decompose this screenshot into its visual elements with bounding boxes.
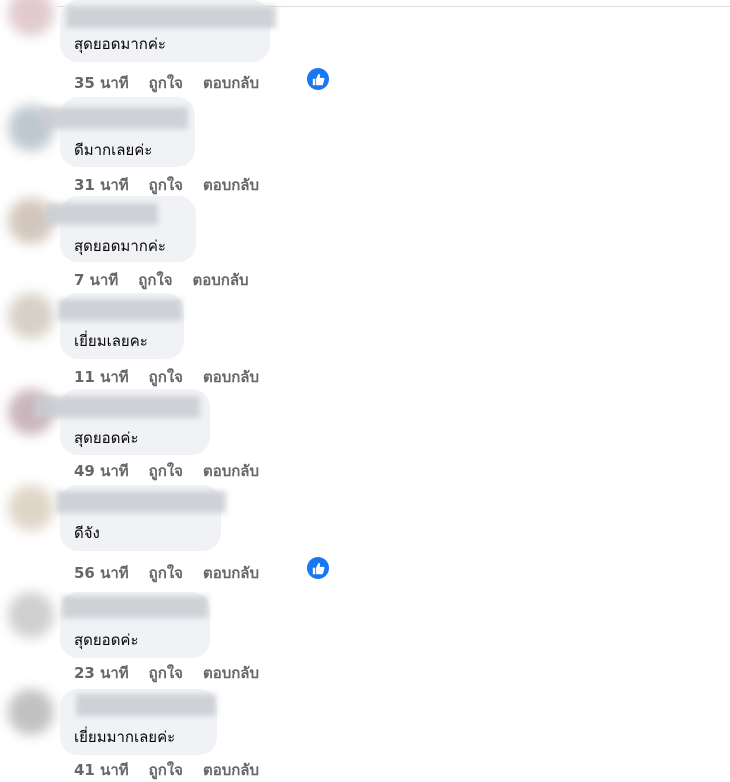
comment-time[interactable]: 11 นาที bbox=[74, 365, 129, 389]
comment-bubble: สุดยอดมากค่ะ bbox=[60, 0, 276, 62]
author-name[interactable] bbox=[66, 6, 276, 28]
reply-button[interactable]: ตอบกลับ bbox=[193, 268, 249, 292]
comment-text: สุดยอดมากค่ะ bbox=[74, 35, 166, 53]
like-button[interactable]: ถูกใจ bbox=[149, 459, 183, 483]
reply-button[interactable]: ตอบกลับ bbox=[203, 561, 259, 585]
comment-text: ดีมากเลยค่ะ bbox=[74, 141, 153, 159]
author-name[interactable] bbox=[62, 596, 208, 618]
like-button[interactable]: ถูกใจ bbox=[149, 365, 183, 389]
comment-actions: 7 นาที ถูกใจ ตอบกลับ bbox=[74, 268, 249, 292]
avatar[interactable] bbox=[8, 485, 54, 531]
like-reaction-icon[interactable] bbox=[307, 68, 329, 90]
comment-time[interactable]: 31 นาที bbox=[74, 173, 129, 197]
like-button[interactable]: ถูกใจ bbox=[149, 758, 183, 782]
like-button[interactable]: ถูกใจ bbox=[149, 561, 183, 585]
comment-actions: 49 นาที ถูกใจ ตอบกลับ bbox=[74, 459, 259, 483]
comment-bubble: สุดยอดค่ะ bbox=[60, 592, 210, 658]
reply-button[interactable]: ตอบกลับ bbox=[203, 365, 259, 389]
comment-text: เยี่ยมเลยคะ bbox=[74, 332, 148, 350]
comment-actions: 11 นาที ถูกใจ ตอบกลับ bbox=[74, 365, 259, 389]
avatar[interactable] bbox=[8, 689, 54, 735]
reply-button[interactable]: ตอบกลับ bbox=[203, 71, 259, 95]
comment-actions: 56 นาที ถูกใจ ตอบกลับ bbox=[74, 561, 259, 585]
avatar[interactable] bbox=[8, 293, 54, 339]
like-button[interactable]: ถูกใจ bbox=[138, 268, 172, 292]
reply-button[interactable]: ตอบกลับ bbox=[203, 459, 259, 483]
author-name[interactable] bbox=[56, 491, 226, 513]
comment-time[interactable]: 56 นาที bbox=[74, 561, 129, 585]
comment-text: สุดยอดค่ะ bbox=[74, 429, 139, 447]
comment-time[interactable]: 7 นาที bbox=[74, 268, 118, 292]
comment-bubble: สุดยอดค่ะ bbox=[34, 389, 210, 455]
comment-bubble: ดีจัง bbox=[56, 485, 226, 551]
comment-bubble: เยี่ยมมากเลยค่ะ bbox=[60, 689, 217, 755]
comment-actions: 23 นาที ถูกใจ ตอบกลับ bbox=[74, 661, 259, 685]
comment-text: สุดยอดมากค่ะ bbox=[74, 237, 166, 255]
reply-button[interactable]: ตอบกลับ bbox=[203, 173, 259, 197]
like-button[interactable]: ถูกใจ bbox=[149, 661, 183, 685]
author-name[interactable] bbox=[46, 203, 158, 225]
avatar[interactable] bbox=[8, 0, 54, 36]
comment-actions: 41 นาที ถูกใจ ตอบกลับ bbox=[74, 758, 259, 782]
comment-text: สุดยอดค่ะ bbox=[74, 631, 139, 649]
comment-text: ดีจัง bbox=[74, 524, 100, 542]
comment-time[interactable]: 35 นาที bbox=[74, 71, 129, 95]
like-button[interactable]: ถูกใจ bbox=[149, 173, 183, 197]
reply-button[interactable]: ตอบกลับ bbox=[203, 661, 259, 685]
comment-bubble: สุดยอดมากค่ะ bbox=[46, 196, 196, 262]
reply-button[interactable]: ตอบกลับ bbox=[203, 758, 259, 782]
author-name[interactable] bbox=[58, 299, 182, 321]
comment-actions: 31 นาที ถูกใจ ตอบกลับ bbox=[74, 173, 259, 197]
author-name[interactable] bbox=[40, 107, 188, 129]
like-reaction-icon[interactable] bbox=[307, 557, 329, 579]
avatar[interactable] bbox=[8, 592, 54, 638]
comment-time[interactable]: 41 นาที bbox=[74, 758, 129, 782]
author-name[interactable] bbox=[76, 694, 216, 716]
comment-text: เยี่ยมมากเลยค่ะ bbox=[74, 728, 176, 746]
comment-bubble: ดีมากเลยค่ะ bbox=[40, 97, 195, 167]
like-button[interactable]: ถูกใจ bbox=[149, 71, 183, 95]
comment-time[interactable]: 49 นาที bbox=[74, 459, 129, 483]
author-name[interactable] bbox=[34, 396, 200, 418]
comment-bubble: เยี่ยมเลยคะ bbox=[58, 293, 184, 359]
comment-time[interactable]: 23 นาที bbox=[74, 661, 129, 685]
comment-actions: 35 นาที ถูกใจ ตอบกลับ bbox=[74, 71, 259, 95]
